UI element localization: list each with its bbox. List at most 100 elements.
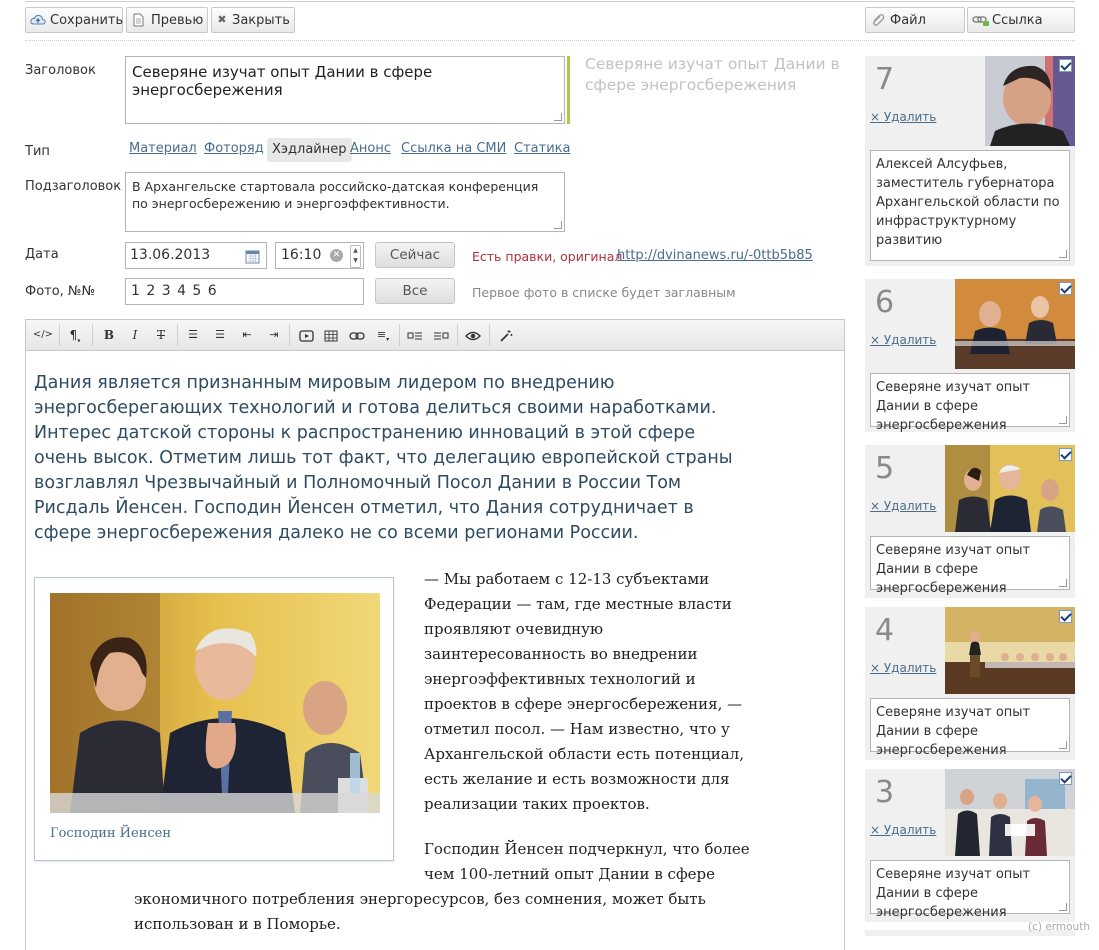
delete-photo-link[interactable]: × Удалить xyxy=(870,823,936,837)
photo-thumbnail[interactable] xyxy=(955,279,1075,369)
time-field[interactable]: 16:10 ✕ ▲ ▼ xyxy=(275,242,364,269)
photo-caption-text: Северяне изучат опыт Дании в сфере энерг… xyxy=(876,380,1031,433)
resize-handle-icon[interactable] xyxy=(1059,903,1067,911)
bold-icon[interactable]: B xyxy=(96,320,122,350)
numbered-list-icon[interactable]: ☰ xyxy=(207,320,233,350)
calendar-icon[interactable] xyxy=(245,248,260,273)
photo-select-checkbox[interactable] xyxy=(1059,448,1072,461)
photo-card: 7 × Удалить Алексей Алсуфьев, заместител… xyxy=(865,56,1075,266)
toolbar-separator xyxy=(92,324,93,346)
strikethrough-icon[interactable]: T xyxy=(148,320,174,350)
photo-select-checkbox[interactable] xyxy=(1059,610,1072,623)
photo-caption-field[interactable]: Алексей Алсуфьев, заместитель губернатор… xyxy=(870,150,1070,261)
photo-caption-field[interactable]: Северяне изучат опыт Дании в сфере энерг… xyxy=(870,373,1070,433)
photos-label: Фото, №№ xyxy=(25,284,95,299)
type-label: Тип xyxy=(25,144,50,159)
edits-note: Есть правки, оригинал xyxy=(472,249,623,264)
photo-thumbnail[interactable] xyxy=(945,607,1075,694)
float-right-icon[interactable] xyxy=(428,320,454,350)
spinner-icon[interactable]: ▲ ▼ xyxy=(350,245,361,268)
photo-thumbnail[interactable] xyxy=(945,769,1075,856)
subtitle-label: Подзаголовок xyxy=(25,179,122,194)
resize-handle-icon[interactable] xyxy=(554,221,562,229)
photo-caption-field[interactable]: Северяне изучат опыт Дании в сфере энерг… xyxy=(870,860,1070,920)
type-option-static[interactable]: Статика xyxy=(514,141,570,156)
magic-wand-icon[interactable] xyxy=(493,320,519,350)
time-field-text: 16:10 xyxy=(281,247,322,263)
delete-photo-link[interactable]: × Удалить xyxy=(870,499,936,513)
photos-field[interactable]: 1 2 3 4 5 6 xyxy=(125,278,364,305)
toolbar-separator xyxy=(399,324,400,346)
photos-hint: Первое фото в списке будет заглавным xyxy=(472,285,736,300)
eye-preview-icon[interactable] xyxy=(460,320,486,350)
figure-caption: Господин Йенсен xyxy=(50,826,172,841)
photo-select-checkbox[interactable] xyxy=(1059,772,1072,785)
photo-caption-text: Алексей Алсуфьев, заместитель губернатор… xyxy=(876,157,1060,248)
float-left-icon[interactable] xyxy=(402,320,428,350)
close-button[interactable]: ✖ Закрыть xyxy=(211,7,295,33)
toolbar-top-border xyxy=(25,1,1075,2)
type-option-material[interactable]: Материал xyxy=(129,141,197,156)
date-field[interactable]: 13.06.2013 xyxy=(125,242,267,269)
toolbar-bottom-border xyxy=(25,40,1075,41)
subtitle-field[interactable]: В Архангельске стартовала российско-датс… xyxy=(125,172,565,232)
italic-icon[interactable]: I xyxy=(122,320,148,350)
type-option-announce[interactable]: Анонс xyxy=(350,141,391,156)
resize-handle-icon[interactable] xyxy=(1059,416,1067,424)
insert-link-button[interactable]: Ссылка xyxy=(967,7,1075,33)
bullet-list-icon[interactable]: ☰ xyxy=(180,320,206,350)
photo-caption-field[interactable]: Северяне изучат опыт Дании в сфере энерг… xyxy=(870,698,1070,758)
editor-toolbar: </> ¶▾ B I T ☰ ☰ ⇤ ⇥ ≡▾ xyxy=(25,319,845,351)
type-option-media-link[interactable]: Ссылка на СМИ xyxy=(401,141,506,156)
delete-photo-link[interactable]: × Удалить xyxy=(870,110,936,124)
photo-thumbnail[interactable] xyxy=(945,445,1075,532)
align-icon[interactable]: ≡▾ xyxy=(370,320,396,350)
photo-caption-text: Северяне изучат опыт Дании в сфере энерг… xyxy=(876,705,1031,758)
code-view-icon[interactable]: </> xyxy=(30,320,56,350)
indent-icon[interactable]: ⇥ xyxy=(261,320,287,350)
photo-select-checkbox[interactable] xyxy=(1059,282,1072,295)
photos-field-text: 1 2 3 4 5 6 xyxy=(131,283,218,299)
table-icon[interactable] xyxy=(318,320,344,350)
all-photos-button[interactable]: Все xyxy=(375,278,455,304)
type-option-photoseries[interactable]: Фоторяд xyxy=(204,141,264,156)
resize-handle-icon[interactable] xyxy=(1059,741,1067,749)
title-preview-marker xyxy=(567,56,570,124)
delete-photo-link[interactable]: × Удалить xyxy=(870,333,936,347)
delete-photo-link[interactable]: × Удалить xyxy=(870,661,936,675)
resize-handle-icon[interactable] xyxy=(1059,250,1067,258)
title-label: Заголовок xyxy=(25,63,96,78)
paragraph-format-icon[interactable]: ¶▾ xyxy=(62,320,88,350)
body-paragraph-1: — Мы работаем с 12-13 субъектами Федерац… xyxy=(424,570,744,813)
resize-handle-icon[interactable] xyxy=(554,113,562,121)
clear-icon[interactable]: ✕ xyxy=(330,249,343,262)
link-icon[interactable] xyxy=(344,320,370,350)
file-label: Файл xyxy=(890,12,926,28)
now-button[interactable]: Сейчас xyxy=(375,242,455,268)
video-icon[interactable] xyxy=(293,320,319,350)
photo-card: 5 × Удалить Северяне изучат опыт Дании в… xyxy=(865,445,1075,598)
photo-caption-text: Северяне изучат опыт Дании в сфере энерг… xyxy=(876,867,1031,920)
title-field-text: Северяне изучат опыт Дании в сфере энерг… xyxy=(132,63,433,99)
photo-select-checkbox[interactable] xyxy=(1059,59,1072,72)
document-icon xyxy=(131,13,147,27)
type-option-headliner[interactable]: Хэдлайнер xyxy=(267,138,352,162)
body-paragraph-3: экономичного потребления энергоресурсов,… xyxy=(134,890,706,933)
attach-file-button[interactable]: Файл xyxy=(865,7,965,33)
photo-card: 3 × Удалить Северяне изучат опыт Дании в… xyxy=(865,769,1075,922)
toolbar-separator xyxy=(289,324,290,346)
title-preview: Северяне изучат опыт Дании в сфере энерг… xyxy=(585,55,840,94)
toolbar-separator xyxy=(59,324,60,346)
photo-caption-field[interactable]: Северяне изучат опыт Дании в сфере энерг… xyxy=(870,536,1070,596)
preview-button[interactable]: Превью xyxy=(126,7,208,33)
paperclip-icon xyxy=(870,13,886,27)
preview-label: Превью xyxy=(151,12,204,28)
original-link[interactable]: http://dvinanews.ru/-0ttb5b85 xyxy=(617,248,813,263)
resize-handle-icon[interactable] xyxy=(1059,579,1067,587)
title-field[interactable]: Северяне изучат опыт Дании в сфере энерг… xyxy=(125,56,565,124)
photo-number: 4 xyxy=(875,613,895,648)
figure-image xyxy=(50,593,380,813)
photo-number: 7 xyxy=(875,62,895,97)
save-button[interactable]: Сохранить xyxy=(25,7,123,33)
outdent-icon[interactable]: ⇤ xyxy=(234,320,260,350)
